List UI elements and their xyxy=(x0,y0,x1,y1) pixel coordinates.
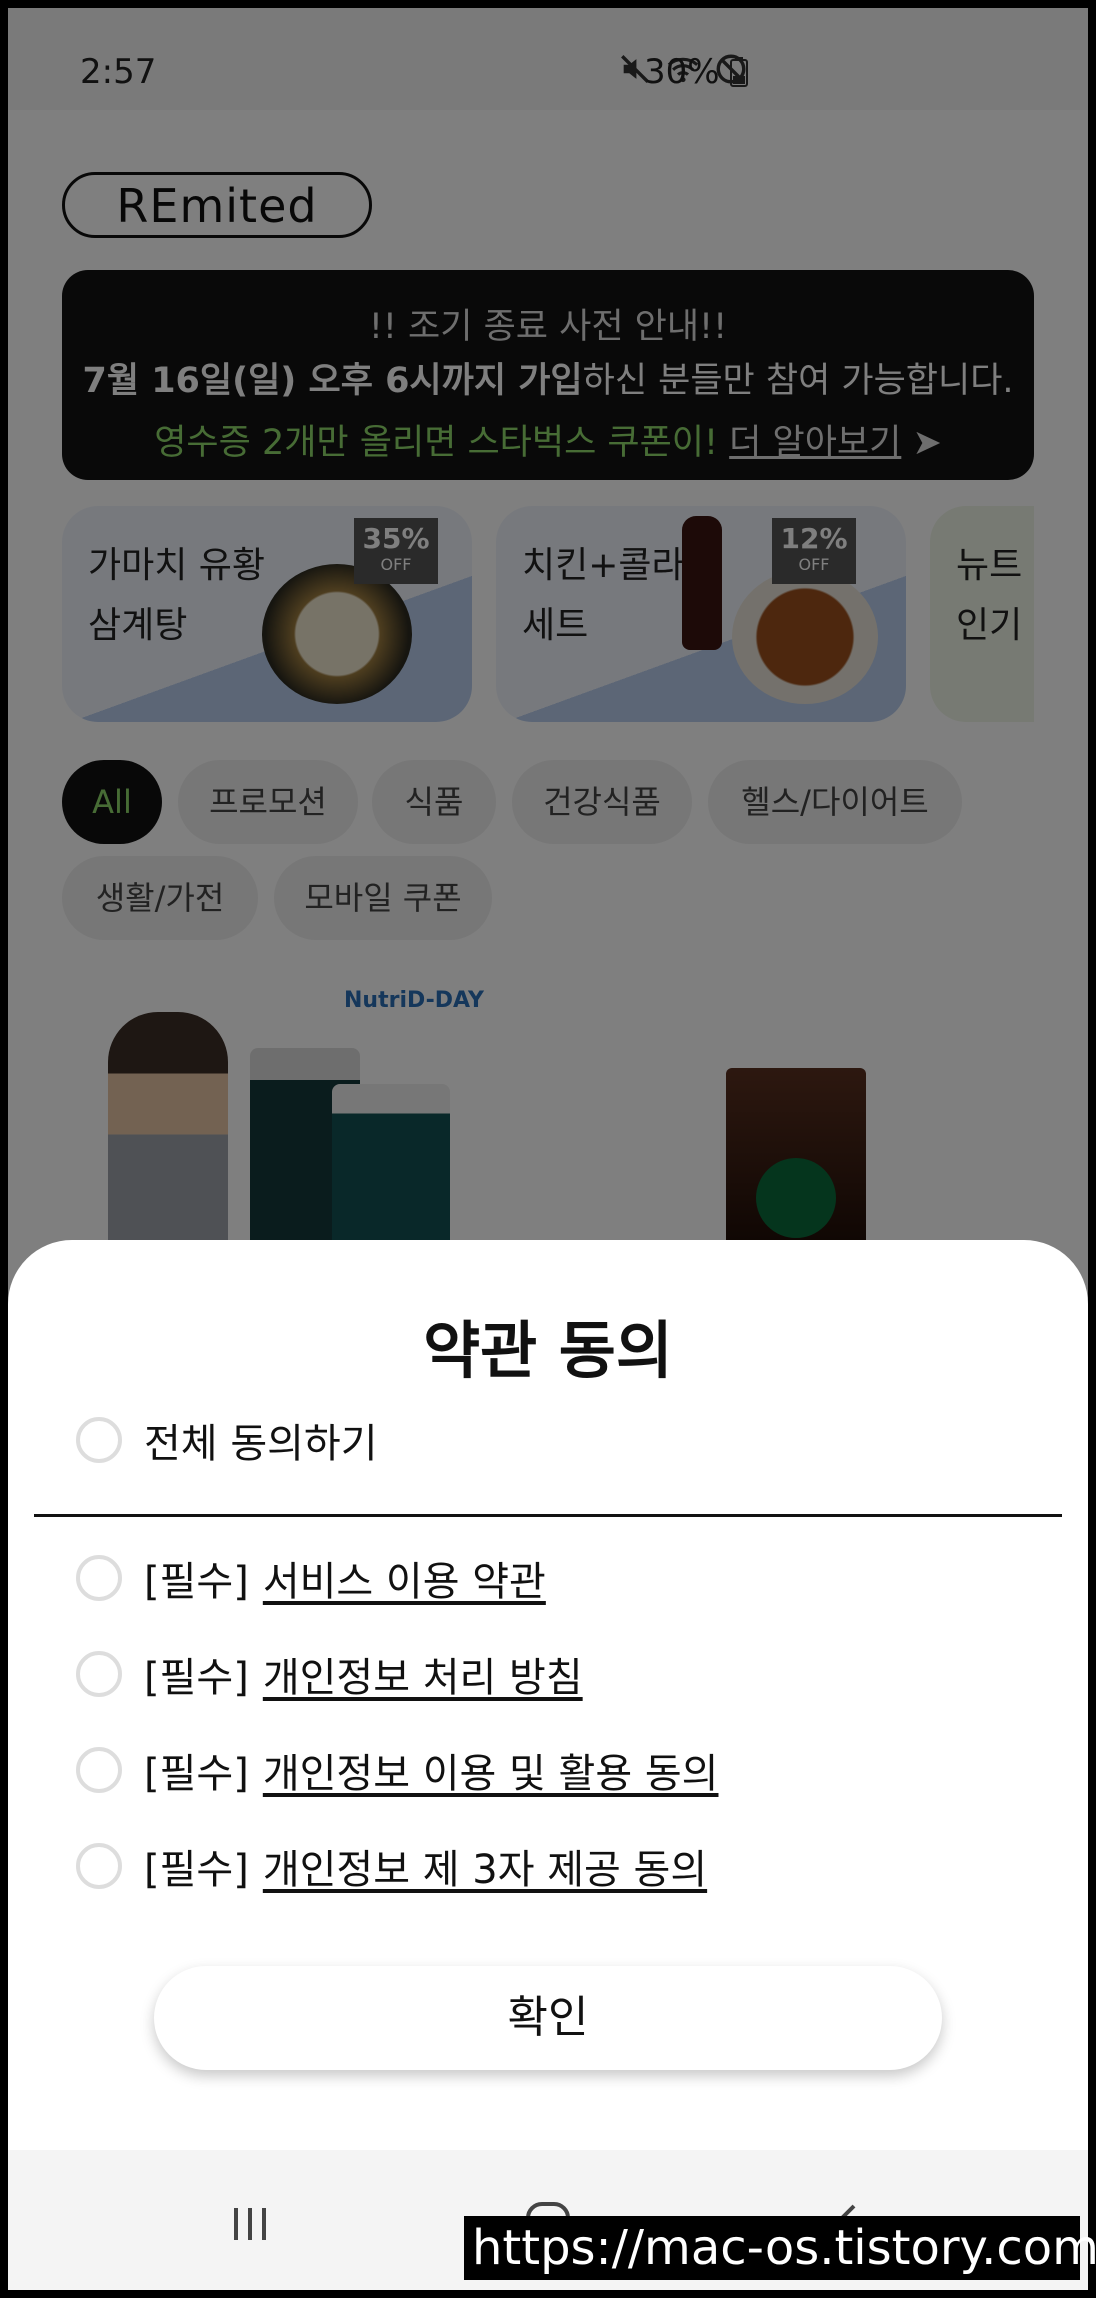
terms-radio[interactable] xyxy=(76,1843,122,1889)
agree-all-label: 전체 동의하기 xyxy=(144,1421,378,1467)
divider xyxy=(34,1514,1062,1517)
required-tag: [필수] xyxy=(144,1847,249,1893)
terms-bottom-sheet: 약관 동의 전체 동의하기 [필수] 서비스 이용 약관 [필수] 개인정보 처리 … xyxy=(8,1240,1088,2150)
agree-all-radio[interactable] xyxy=(76,1417,122,1463)
required-tag: [필수] xyxy=(144,1559,249,1605)
app-screen: 2:57 30% REmited !! 조기 종료 사전 안내!! 7월 16일… xyxy=(8,8,1088,2290)
sheet-title: 약관 동의 xyxy=(423,1314,673,1387)
terms-radio[interactable] xyxy=(76,1555,122,1601)
terms-radio[interactable] xyxy=(76,1747,122,1793)
terms-item-privacy-use[interactable]: [필수] 개인정보 이용 및 활용 동의 xyxy=(76,1740,718,1800)
terms-item-privacy-policy[interactable]: [필수] 개인정보 처리 방침 xyxy=(76,1644,583,1704)
agree-all-row[interactable]: 전체 동의하기 xyxy=(76,1410,378,1470)
terms-item-third-party[interactable]: [필수] 개인정보 제 3자 제공 동의 xyxy=(76,1836,707,1896)
terms-link-third-party[interactable]: 개인정보 제 3자 제공 동의 xyxy=(263,1847,707,1893)
terms-link-privacy-policy[interactable]: 개인정보 처리 방침 xyxy=(263,1655,583,1701)
confirm-button[interactable]: 확인 xyxy=(154,1966,942,2070)
required-tag: [필수] xyxy=(144,1655,249,1701)
watermark-text: https://mac-os.tistory.com xyxy=(464,2216,1096,2280)
terms-link-privacy-use[interactable]: 개인정보 이용 및 활용 동의 xyxy=(263,1751,719,1797)
terms-item-service[interactable]: [필수] 서비스 이용 약관 xyxy=(76,1548,546,1608)
terms-radio[interactable] xyxy=(76,1651,122,1697)
recent-apps-icon[interactable] xyxy=(220,2194,280,2254)
required-tag: [필수] xyxy=(144,1751,249,1797)
terms-link-service[interactable]: 서비스 이용 약관 xyxy=(263,1559,546,1605)
